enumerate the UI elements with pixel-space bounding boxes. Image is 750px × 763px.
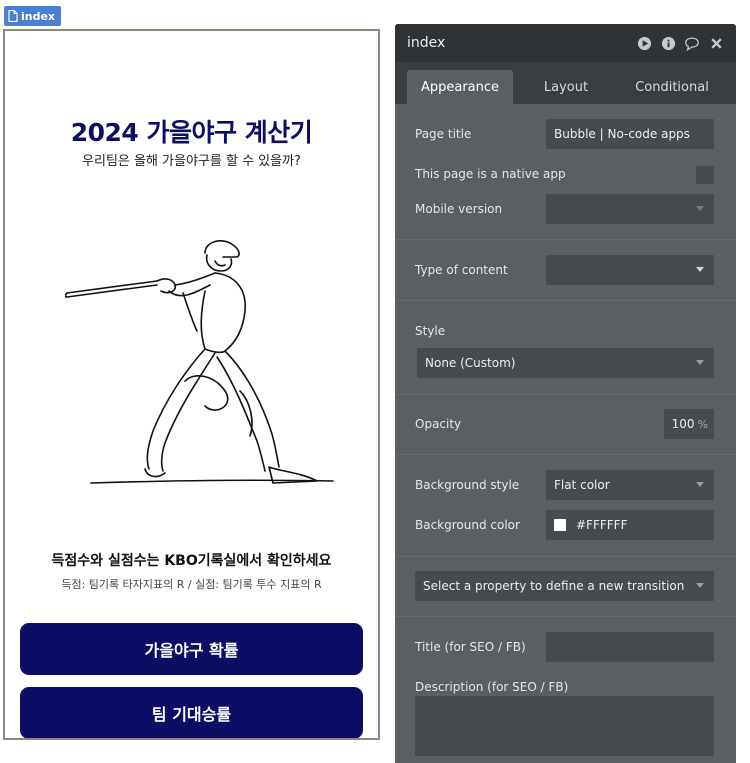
chevron-down-icon (696, 482, 704, 487)
comment-icon[interactable] (684, 35, 700, 51)
opacity-input[interactable]: 100 % (664, 409, 714, 439)
close-icon[interactable] (708, 35, 724, 51)
page-tag-label: index (21, 9, 56, 23)
panel-title: index (407, 35, 446, 51)
tab-layout[interactable]: Layout (513, 70, 619, 104)
native-app-checkbox[interactable] (696, 166, 714, 184)
property-editor-panel: index Appearance Layout Conditional Page… (395, 24, 736, 763)
chevron-down-icon (696, 360, 704, 365)
type-of-content-dropdown[interactable] (546, 255, 714, 285)
background-color-picker[interactable]: #FFFFFF (546, 510, 714, 540)
page-tag[interactable]: index (4, 6, 62, 26)
style-label: Style (415, 324, 446, 338)
opacity-value: 100 (671, 417, 695, 431)
color-swatch[interactable] (554, 519, 566, 531)
seo-description-textarea[interactable] (415, 696, 714, 756)
background-style-dropdown[interactable]: Flat color (546, 470, 714, 500)
divider (395, 454, 736, 455)
divider (395, 300, 736, 301)
mobile-version-dropdown[interactable] (546, 194, 714, 224)
page-canvas: 2024 가을야구 계산기 우리팀은 올해 가을야구를 할 수 있을까? 득점수… (3, 29, 380, 740)
info-icon[interactable] (660, 35, 676, 51)
info-line-2: 득점: 팀기록 타자지표의 R / 실점: 팀기록 투수 지표의 R (61, 578, 322, 591)
file-icon (8, 10, 18, 22)
seo-description-label: Description (for SEO / FB) (415, 680, 569, 694)
expected-win-rate-button[interactable]: 팀 기대승률 (20, 687, 363, 738)
chevron-down-icon (696, 206, 704, 211)
divider (395, 239, 736, 240)
chevron-down-icon (696, 267, 704, 272)
page-subtitle: 우리팀은 올해 가을야구를 할 수 있을까? (82, 154, 301, 169)
page-title-text: 2024 가을야구 계산기 (70, 118, 313, 147)
page-title-label: Page title (415, 127, 472, 141)
native-app-label: This page is a native app (415, 167, 566, 181)
panel-tabs: Appearance Layout Conditional (395, 62, 736, 104)
page-title-input[interactable]: Bubble | No-code apps (546, 119, 714, 149)
tab-appearance[interactable]: Appearance (407, 70, 513, 104)
divider (395, 394, 736, 395)
background-style-label: Background style (415, 478, 520, 492)
background-color-label: Background color (415, 518, 520, 532)
divider (395, 616, 736, 617)
background-style-value: Flat color (554, 478, 610, 492)
seo-title-label: Title (for SEO / FB) (415, 640, 526, 654)
transition-dropdown[interactable]: Select a property to define a new transi… (415, 571, 714, 601)
tab-conditional[interactable]: Conditional (619, 70, 725, 104)
opacity-unit: % (697, 417, 708, 431)
mobile-version-label: Mobile version (415, 202, 503, 216)
type-of-content-label: Type of content (415, 263, 508, 277)
transition-placeholder: Select a property to define a new transi… (423, 579, 685, 593)
chevron-down-icon (696, 583, 704, 588)
panel-header: index (395, 24, 736, 62)
seo-title-input[interactable] (546, 632, 714, 662)
play-icon[interactable] (636, 35, 652, 51)
divider (395, 556, 736, 557)
background-color-value: #FFFFFF (576, 518, 628, 532)
info-line-1: 득점수와 실점수는 KBO기록실에서 확인하세요 (51, 553, 332, 569)
opacity-label: Opacity (415, 417, 462, 431)
baseball-batter-illustration (65, 240, 334, 484)
style-dropdown[interactable]: None (Custom) (417, 348, 714, 378)
style-value: None (Custom) (425, 356, 516, 370)
postseason-probability-button[interactable]: 가을야구 확률 (20, 623, 363, 675)
